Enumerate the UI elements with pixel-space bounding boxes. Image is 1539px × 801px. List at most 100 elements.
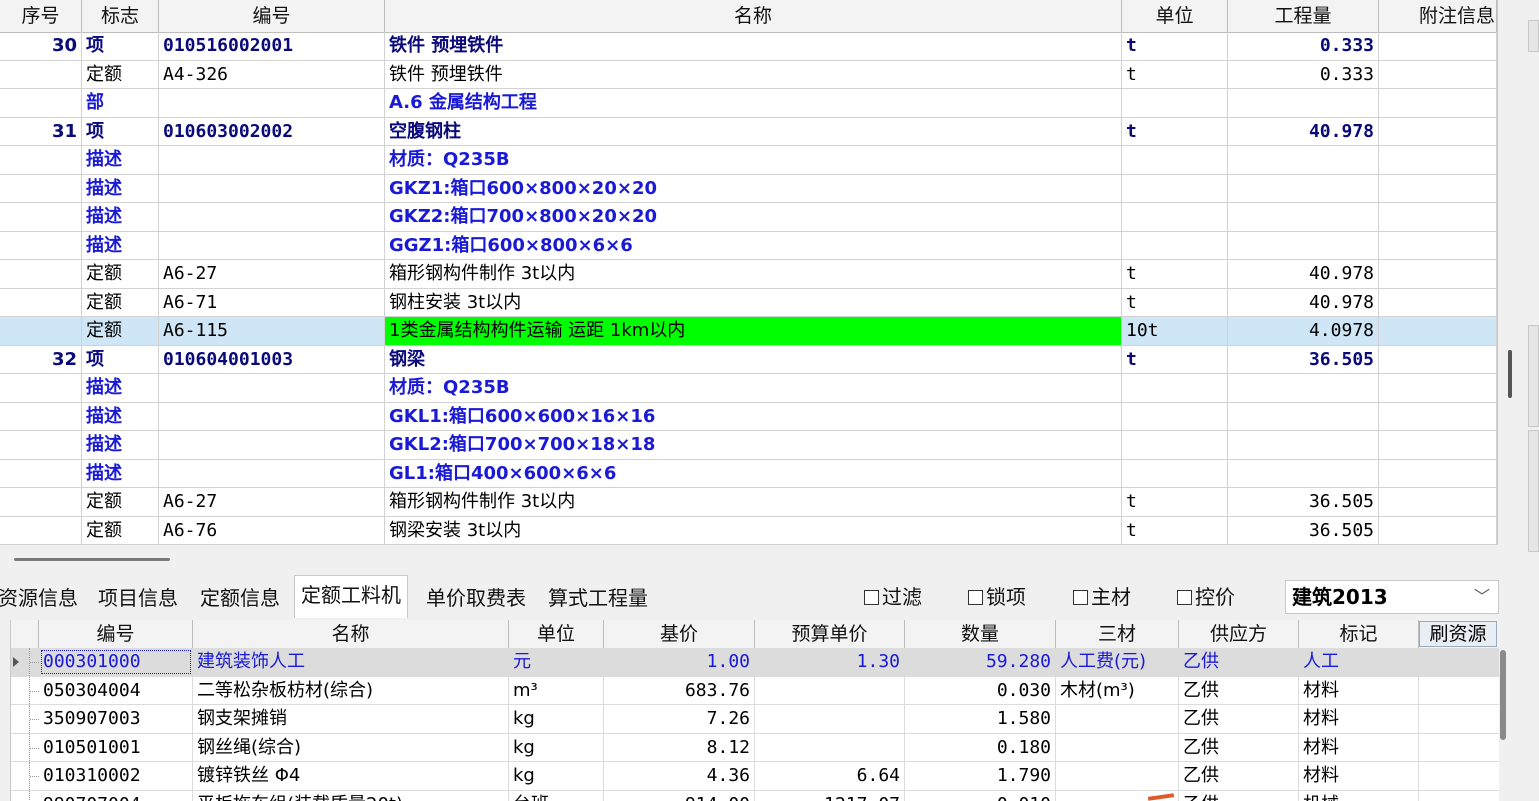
res-cell-base[interactable]: 1.00 [604, 648, 755, 676]
checkbox-box[interactable] [864, 590, 879, 605]
res-cell-code[interactable]: 990707004 [39, 790, 193, 801]
res-cell-mat[interactable]: 人工费(元) [1056, 648, 1179, 676]
cell-code[interactable] [159, 431, 385, 459]
cell-name[interactable]: A.6 金属结构工程 [385, 89, 1122, 117]
cell-note[interactable] [1379, 231, 1497, 259]
cell-qty[interactable]: 40.978 [1228, 288, 1379, 316]
cell-flag[interactable]: 描述 [82, 146, 159, 174]
res-cell-mark[interactable]: 人工 [1299, 648, 1419, 676]
col-header-res-material[interactable]: 三材 [1056, 620, 1179, 648]
cell-code[interactable] [159, 174, 385, 202]
cell-name[interactable]: 钢梁安装 3t以内 [385, 516, 1122, 544]
tab-formula-quantity[interactable]: 算式工程量 [548, 578, 648, 616]
res-cell-supplier[interactable]: 乙供 [1179, 705, 1299, 733]
bill-row[interactable]: 定额 A4-326 铁件 预埋铁件 t 0.333 [0, 60, 1497, 89]
cell-flag[interactable]: 描述 [82, 231, 159, 259]
res-cell-unit[interactable]: kg [509, 705, 604, 733]
cell-flag[interactable]: 定额 [82, 516, 159, 544]
resource-row[interactable]: 000301000 建筑装饰人工元 1.00 1.30 59.280 人工费(元) 乙供 人工 [11, 648, 1499, 677]
cell-note[interactable] [1379, 174, 1497, 202]
res-cell-budget[interactable] [755, 733, 905, 761]
cell-flag[interactable]: 项 [82, 345, 159, 373]
cell-name[interactable]: GKL1:箱口600×600×16×16 [385, 402, 1122, 430]
cell-code[interactable]: A6-115 [159, 317, 385, 345]
filter-checkbox[interactable]: 过滤 [864, 582, 922, 612]
bill-row[interactable]: 定额 A6-27 箱形钢构件制作 3t以内 t 36.505 [0, 488, 1497, 517]
cell-note[interactable] [1379, 260, 1497, 288]
cell-code[interactable]: A6-76 [159, 516, 385, 544]
cell-qty[interactable]: 0.333 [1228, 60, 1379, 88]
res-cell-supplier[interactable]: 乙供 [1179, 762, 1299, 790]
res-cell-code[interactable]: 010310002 [39, 762, 193, 790]
bill-row[interactable]: 描述 GL1:箱口400×600×6×6 [0, 459, 1497, 488]
col-header-res-base[interactable]: 基价 [604, 620, 755, 648]
side-tab[interactable] [1528, 325, 1539, 427]
cell-seq[interactable] [0, 89, 82, 117]
cell-flag[interactable]: 描述 [82, 431, 159, 459]
cell-note[interactable] [1379, 60, 1497, 88]
bill-row[interactable]: 定额 A6-71 钢柱安装 3t以内 t 40.978 [0, 288, 1497, 317]
cell-code[interactable] [159, 402, 385, 430]
cell-note[interactable] [1379, 402, 1497, 430]
res-cell-qty[interactable]: 0.180 [905, 733, 1056, 761]
col-header-qty[interactable]: 工程量 [1228, 0, 1379, 32]
col-header-res-qty[interactable]: 数量 [905, 620, 1056, 648]
col-header-code[interactable]: 编号 [159, 0, 385, 32]
cell-name[interactable]: GL1:箱口400×600×6×6 [385, 459, 1122, 487]
cell-name[interactable]: GKL2:箱口700×700×18×18 [385, 431, 1122, 459]
cell-name[interactable]: 铁件 预埋铁件 [385, 60, 1122, 88]
cell-qty[interactable] [1228, 231, 1379, 259]
res-cell-budget[interactable] [755, 676, 905, 704]
res-cell-mark[interactable]: 材料 [1299, 733, 1419, 761]
cell-code[interactable]: A6-27 [159, 260, 385, 288]
cell-seq[interactable] [0, 231, 82, 259]
res-cell-unit[interactable]: 台班 [509, 790, 604, 801]
res-cell-supplier[interactable]: 乙供 [1179, 790, 1299, 801]
checkbox-box[interactable] [1073, 590, 1088, 605]
bill-row[interactable]: 描述 GKL1:箱口600×600×16×16 [0, 402, 1497, 431]
cell-seq[interactable] [0, 402, 82, 430]
col-header-note[interactable]: 附注信息 [1379, 0, 1497, 32]
cell-qty[interactable]: 40.978 [1228, 117, 1379, 145]
col-header-res-supplier[interactable]: 供应方 [1179, 620, 1299, 648]
cell-unit[interactable]: t [1122, 60, 1228, 88]
cell-name[interactable]: 材质：Q235B [385, 146, 1122, 174]
cell-qty[interactable] [1228, 174, 1379, 202]
cell-name[interactable]: 箱形钢构件制作 3t以内 [385, 488, 1122, 516]
bottom-vertical-scrollbar[interactable] [1500, 650, 1506, 740]
cell-unit[interactable] [1122, 174, 1228, 202]
tab-quota-info[interactable]: 定额信息 [200, 578, 280, 616]
res-cell-unit[interactable]: kg [509, 762, 604, 790]
resource-row[interactable]: 010310002 镀锌铁丝 Φ4 kg 4.36 6.64 1.790 乙供 材料 [11, 762, 1499, 791]
bill-row[interactable]: 30 项 010516002001 铁件 预埋铁件 t 0.333 [0, 32, 1497, 61]
cell-code[interactable]: A6-27 [159, 488, 385, 516]
res-cell-unit[interactable]: kg [509, 733, 604, 761]
cell-unit[interactable]: t [1122, 288, 1228, 316]
cell-flag[interactable]: 描述 [82, 174, 159, 202]
resource-row[interactable]: 990707004平板拖车组(装载质量20t)台班914.001217.070.… [11, 790, 1499, 801]
bill-row[interactable]: 描述 GGZ1:箱口600×800×6×6 [0, 231, 1497, 260]
cell-code[interactable]: 010516002001 [159, 32, 385, 60]
cell-unit[interactable] [1122, 89, 1228, 117]
vertical-scrollbar[interactable] [1508, 350, 1512, 398]
cell-qty[interactable] [1228, 203, 1379, 231]
cell-seq[interactable]: 30 [0, 32, 82, 60]
cell-flag[interactable]: 定额 [82, 488, 159, 516]
res-cell-name[interactable]: 镀锌铁丝 Φ4 [193, 762, 509, 790]
cell-note[interactable] [1379, 89, 1497, 117]
cell-qty[interactable] [1228, 431, 1379, 459]
cell-qty[interactable]: 36.505 [1228, 516, 1379, 544]
res-cell-base[interactable]: 7.26 [604, 705, 755, 733]
chevron-down-icon[interactable]: ﹀ [1474, 581, 1490, 613]
cell-note[interactable] [1379, 488, 1497, 516]
bill-row[interactable]: 32 项 010604001003 钢梁 t 36.505 [0, 345, 1497, 374]
checkbox-box[interactable] [968, 590, 983, 605]
bill-row[interactable]: 描述 材质：Q235B [0, 374, 1497, 403]
tab-unit-price-fees[interactable]: 单价取费表 [426, 578, 526, 616]
cell-qty[interactable]: 36.505 [1228, 488, 1379, 516]
col-header-flag[interactable]: 标志 [82, 0, 159, 32]
bill-row[interactable]: 描述 材质：Q235B [0, 146, 1497, 175]
lock-checkbox[interactable]: 锁项 [968, 582, 1026, 612]
cell-note[interactable] [1379, 516, 1497, 544]
cell-name[interactable]: 钢柱安装 3t以内 [385, 288, 1122, 316]
